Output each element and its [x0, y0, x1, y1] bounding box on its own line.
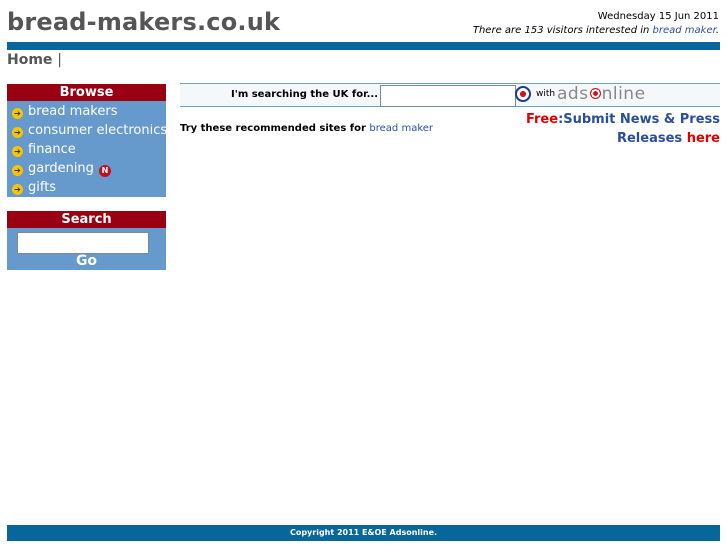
breadcrumb-separator: | [57, 52, 63, 68]
browse-item-gardening[interactable]: ➔ gardening N [7, 159, 166, 178]
footer-copyright: Copyright 2011 E&OE Adsonline. [7, 525, 720, 541]
browse-header: Browse [7, 84, 166, 101]
breadcrumb-home-link[interactable]: Home [7, 52, 52, 68]
new-badge: N [98, 165, 111, 177]
browse-item-label: finance [28, 142, 76, 157]
browse-list: ➔ bread makers ➔ consumer electronics ➔ fin… [7, 101, 168, 197]
recommend-link[interactable]: bread maker [369, 123, 433, 134]
press-release-promo[interactable]: Free:Submit News & Press Releases here [526, 110, 720, 148]
current-date: Wednesday 15 Jun 2011 [597, 11, 719, 22]
arrow-icon: ➔ [12, 165, 23, 176]
promo-here-link[interactable]: here [687, 131, 720, 146]
browse-item-label: bread makers [28, 104, 118, 119]
visitor-count-prefix: There are 153 visitors interested in [472, 25, 653, 36]
site-title[interactable]: bread-makers.co.uk [7, 8, 280, 36]
browse-item-label: consumer electronics [28, 123, 168, 138]
search-panel: Search Go [7, 211, 166, 270]
uk-search-strip: I'm searching the UK for... with ads nlin… [180, 83, 720, 107]
roundel-icon [515, 86, 531, 102]
promo-submit: :Submit News & Press [558, 112, 720, 127]
arrow-icon: ➔ [12, 184, 23, 195]
browse-item-gifts[interactable]: ➔ gifts [7, 178, 166, 197]
arrow-icon: ➔ [12, 146, 23, 157]
go-button[interactable]: Go [7, 253, 166, 269]
browse-item-bread-makers[interactable]: ➔ bread makers [7, 102, 166, 121]
browse-item-label: gifts [28, 180, 57, 195]
recommend-text: Try these recommended sites for bread ma… [180, 123, 433, 134]
browse-item-label: gardening [28, 161, 94, 176]
promo-releases: Releases [616, 131, 683, 146]
logo-roundel-icon [589, 88, 601, 99]
browse-item-finance[interactable]: ➔ finance [7, 140, 166, 159]
recommend-prefix: Try these recommended sites for [180, 123, 370, 134]
uk-search-label: I'm searching the UK for... [231, 89, 378, 100]
sidebar-search-input[interactable] [17, 232, 149, 254]
header-bar [7, 42, 720, 50]
visitor-count-suffix: . [715, 25, 719, 36]
search-header: Search [7, 211, 166, 228]
uk-search-input[interactable] [380, 85, 516, 107]
breadcrumb: Home | [7, 52, 62, 68]
logo-text-nline: nline [601, 84, 646, 104]
visitor-topic-link[interactable]: bread maker [653, 25, 716, 36]
with-label: with [536, 89, 556, 99]
promo-free: Free [525, 112, 559, 127]
adsonline-logo[interactable]: ads nline [557, 84, 646, 104]
visitor-count: There are 153 visitors interested in bre… [473, 25, 719, 36]
browse-panel: Browse ➔ bread makers ➔ consumer electroni… [7, 84, 168, 197]
arrow-icon: ➔ [12, 108, 23, 119]
browse-item-consumer-electronics[interactable]: ➔ consumer electronics [7, 121, 168, 140]
arrow-icon: ➔ [12, 127, 23, 138]
logo-text-ads: ads [557, 84, 589, 104]
